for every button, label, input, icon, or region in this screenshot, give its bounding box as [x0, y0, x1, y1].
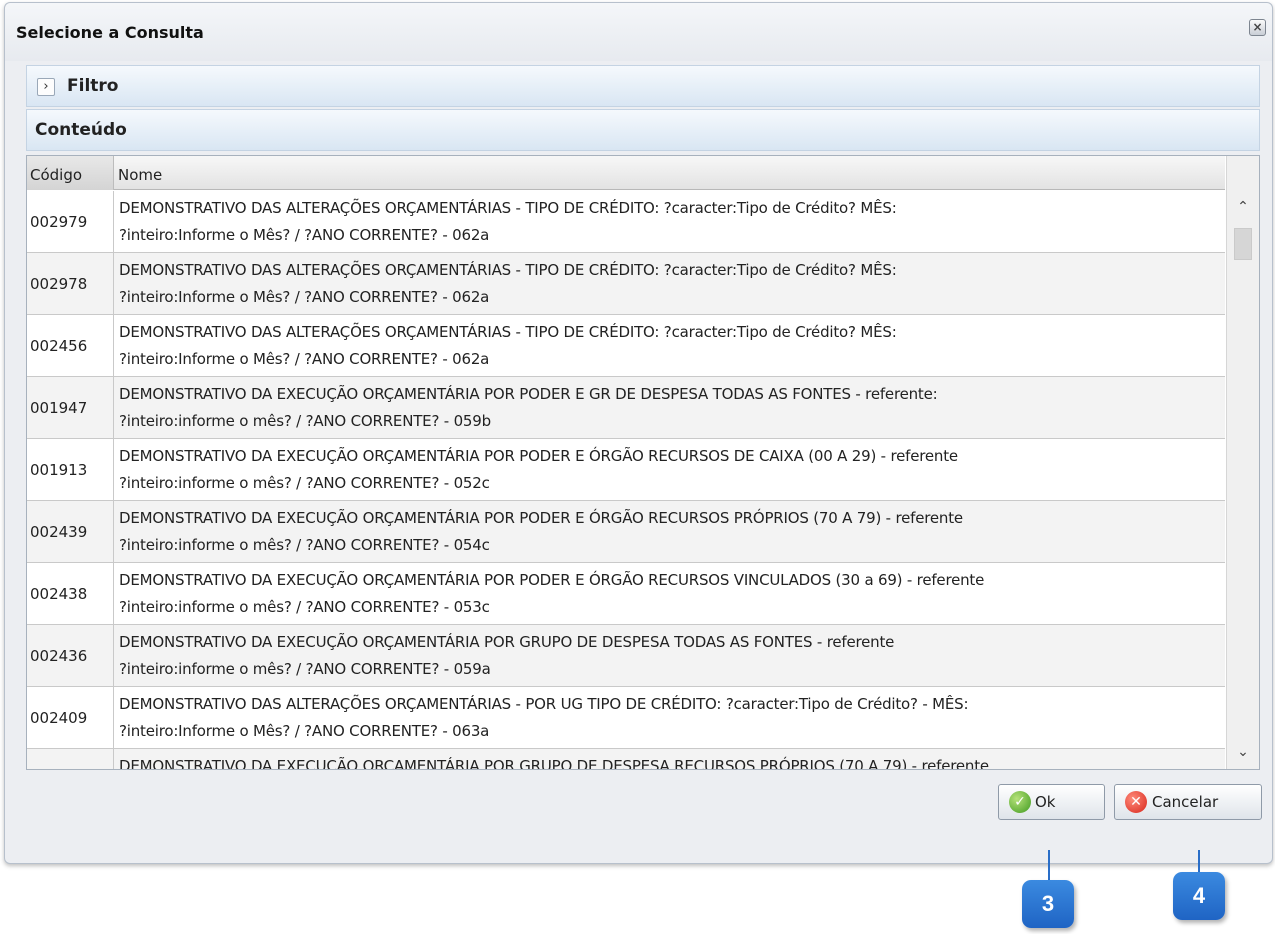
name-line: ?inteiro:Informe o Mês? / ?ANO CORRENTE?…	[119, 288, 490, 306]
table-row[interactable]: 002438 DEMONSTRATIVO DA EXECUÇÃO ORÇAMEN…	[27, 563, 1225, 625]
check-icon: ✓	[1009, 791, 1031, 813]
name-cell: DEMONSTRATIVO DA EXECUÇÃO ORÇAMENTÁRIA P…	[115, 625, 1221, 686]
expand-chevron-icon[interactable]: ›	[37, 78, 55, 96]
name-cell: DEMONSTRATIVO DA EXECUÇÃO ORÇAMENTÁRIA P…	[115, 439, 1221, 500]
grid-header: Código Nome	[27, 156, 1225, 190]
code-cell: 002438	[27, 563, 114, 624]
code-cell	[27, 749, 114, 769]
name-line: DEMONSTRATIVO DAS ALTERAÇÕES ORÇAMENTÁRI…	[119, 695, 969, 713]
name-cell: DEMONSTRATIVO DA EXECUÇÃO ORÇAMENTÁRIA P…	[115, 501, 1221, 562]
dialog-title: Selecione a Consulta	[16, 23, 204, 42]
dialog-titlebar: Selecione a Consulta ×	[5, 3, 1272, 61]
name-line: ?inteiro:Informe o Mês? / ?ANO CORRENTE?…	[119, 722, 490, 740]
select-query-dialog: Selecione a Consulta × › Filtro Conteúdo…	[4, 2, 1273, 864]
code-cell: 001947	[27, 377, 114, 438]
name-line: DEMONSTRATIVO DAS ALTERAÇÕES ORÇAMENTÁRI…	[119, 261, 897, 279]
name-line: ?inteiro:informe o mês? / ?ANO CORRENTE?…	[119, 412, 491, 430]
code-cell: 002979	[27, 191, 114, 252]
name-line: DEMONSTRATIVO DAS ALTERAÇÕES ORÇAMENTÁRI…	[119, 199, 897, 217]
name-line: DEMONSTRATIVO DA EXECUÇÃO ORÇAMENTÁRIA P…	[119, 385, 938, 403]
close-icon[interactable]: ×	[1249, 19, 1266, 36]
name-line: ?inteiro:informe o mês? / ?ANO CORRENTE?…	[119, 536, 490, 554]
name-cell: DEMONSTRATIVO DAS ALTERAÇÕES ORÇAMENTÁRI…	[115, 687, 1221, 748]
name-line: ?inteiro:informe o mês? / ?ANO CORRENTE?…	[119, 474, 490, 492]
grid-rows: 002979 DEMONSTRATIVO DAS ALTERAÇÕES ORÇA…	[27, 191, 1225, 770]
name-line: DEMONSTRATIVO DA EXECUÇÃO ORÇAMENTÁRIA P…	[119, 757, 989, 770]
name-cell: DEMONSTRATIVO DAS ALTERAÇÕES ORÇAMENTÁRI…	[115, 191, 1221, 252]
name-cell: DEMONSTRATIVO DAS ALTERAÇÕES ORÇAMENTÁRI…	[115, 315, 1221, 376]
table-row[interactable]: 001913 DEMONSTRATIVO DA EXECUÇÃO ORÇAMEN…	[27, 439, 1225, 501]
scroll-up-icon[interactable]: ⌃	[1227, 192, 1259, 222]
name-line: ?inteiro:Informe o Mês? / ?ANO CORRENTE?…	[119, 226, 490, 244]
name-line: DEMONSTRATIVO DAS ALTERAÇÕES ORÇAMENTÁRI…	[119, 323, 897, 341]
table-row[interactable]: 002409 DEMONSTRATIVO DAS ALTERAÇÕES ORÇA…	[27, 687, 1225, 749]
name-cell: DEMONSTRATIVO DA EXECUÇÃO ORÇAMENTÁRIA P…	[115, 563, 1221, 624]
table-row[interactable]: 002979 DEMONSTRATIVO DAS ALTERAÇÕES ORÇA…	[27, 191, 1225, 253]
cancel-button[interactable]: ✕ Cancelar	[1114, 784, 1262, 820]
name-line: DEMONSTRATIVO DA EXECUÇÃO ORÇAMENTÁRIA P…	[119, 447, 958, 465]
scroll-thumb[interactable]	[1234, 228, 1252, 260]
name-line: ?inteiro:informe o mês? / ?ANO CORRENTE?…	[119, 660, 491, 678]
name-line: ?inteiro:Informe o Mês? / ?ANO CORRENTE?…	[119, 350, 490, 368]
code-cell: 002978	[27, 253, 114, 314]
table-row[interactable]: 002978 DEMONSTRATIVO DAS ALTERAÇÕES ORÇA…	[27, 253, 1225, 315]
name-line: DEMONSTRATIVO DA EXECUÇÃO ORÇAMENTÁRIA P…	[119, 633, 895, 651]
column-header-nome[interactable]: Nome	[115, 156, 1225, 190]
table-row[interactable]: 002456 DEMONSTRATIVO DAS ALTERAÇÕES ORÇA…	[27, 315, 1225, 377]
content-panel-header: Conteúdo	[26, 109, 1260, 151]
name-line: DEMONSTRATIVO DA EXECUÇÃO ORÇAMENTÁRIA P…	[119, 571, 985, 589]
ok-button-label: Ok	[1035, 793, 1056, 811]
code-cell: 002436	[27, 625, 114, 686]
name-cell: DEMONSTRATIVO DAS ALTERAÇÕES ORÇAMENTÁRI…	[115, 253, 1221, 314]
name-line: DEMONSTRATIVO DA EXECUÇÃO ORÇAMENTÁRIA P…	[119, 509, 963, 527]
name-cell: DEMONSTRATIVO DA EXECUÇÃO ORÇAMENTÁRIA P…	[115, 749, 1221, 770]
filter-label: Filtro	[67, 76, 119, 96]
name-line: ?inteiro:informe o mês? / ?ANO CORRENTE?…	[119, 598, 490, 616]
code-cell: 001913	[27, 439, 114, 500]
vertical-scrollbar[interactable]: ⌃ ⌄	[1226, 156, 1259, 769]
filter-panel-header[interactable]: › Filtro	[26, 65, 1260, 107]
callout-badge-3: 3	[1022, 880, 1074, 928]
scroll-down-icon[interactable]: ⌄	[1227, 737, 1259, 767]
code-cell: 002456	[27, 315, 114, 376]
cancel-button-label: Cancelar	[1152, 793, 1219, 811]
content-label: Conteúdo	[35, 120, 127, 140]
code-cell: 002439	[27, 501, 114, 562]
code-cell: 002409	[27, 687, 114, 748]
query-grid: Código Nome 002979 DEMONSTRATIVO DAS ALT…	[26, 155, 1260, 770]
ok-button[interactable]: ✓ Ok	[998, 784, 1105, 820]
name-cell: DEMONSTRATIVO DA EXECUÇÃO ORÇAMENTÁRIA P…	[115, 377, 1221, 438]
cancel-x-icon: ✕	[1125, 791, 1147, 813]
callout-badge-4: 4	[1173, 872, 1225, 920]
table-row[interactable]: DEMONSTRATIVO DA EXECUÇÃO ORÇAMENTÁRIA P…	[27, 749, 1225, 770]
column-header-codigo[interactable]: Código	[27, 156, 114, 190]
table-row[interactable]: 002439 DEMONSTRATIVO DA EXECUÇÃO ORÇAMEN…	[27, 501, 1225, 563]
table-row[interactable]: 001947 DEMONSTRATIVO DA EXECUÇÃO ORÇAMEN…	[27, 377, 1225, 439]
table-row[interactable]: 002436 DEMONSTRATIVO DA EXECUÇÃO ORÇAMEN…	[27, 625, 1225, 687]
